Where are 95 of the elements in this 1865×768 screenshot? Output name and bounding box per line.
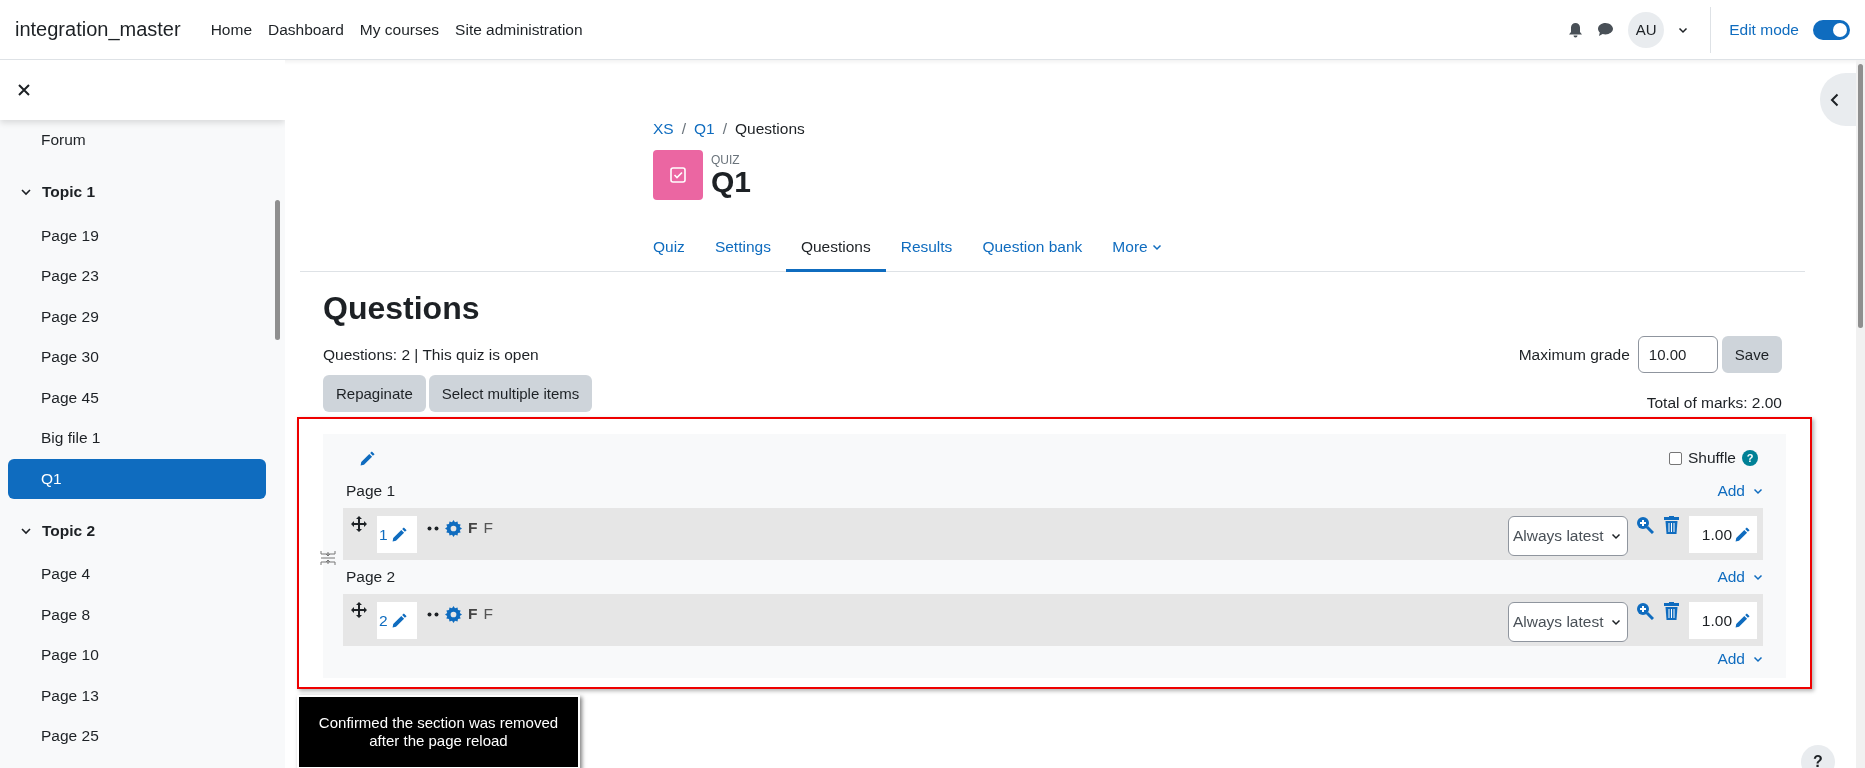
move-icon[interactable]	[351, 602, 367, 618]
question-number[interactable]: 1	[377, 516, 417, 553]
breadcrumb-link[interactable]: XS	[653, 120, 674, 138]
shuffle-checkbox[interactable]	[1669, 451, 1682, 465]
chevron-icon	[1830, 92, 1840, 107]
nav-tab[interactable]: Quiz	[638, 224, 700, 272]
edit-mark-icon[interactable]	[1734, 526, 1751, 543]
question-number[interactable]: 2	[377, 602, 417, 639]
total-marks: Total of marks: 2.00	[1646, 394, 1782, 412]
nav-link[interactable]: Home	[210, 20, 252, 39]
breadcrumb-link[interactable]: Q1	[694, 120, 715, 138]
edit-mode-toggle[interactable]	[1813, 19, 1850, 40]
chevron-icon[interactable]	[20, 525, 32, 536]
zoom-in-icon[interactable]	[1636, 602, 1654, 620]
annotation-caption: Confirmed the section was removed after the page reload	[297, 695, 580, 768]
sidebar-item[interactable]: Forum	[8, 120, 266, 161]
close-icon[interactable]	[18, 84, 30, 96]
zoom-in-icon[interactable]	[1636, 516, 1654, 534]
save-button[interactable]: Save	[1721, 336, 1782, 373]
page-label: Page 2	[346, 568, 396, 586]
sidebar-item[interactable]: Page 30	[8, 337, 266, 378]
chevron-icon[interactable]	[20, 187, 32, 197]
sidebar-item[interactable]: Page 23	[8, 256, 266, 297]
dots-icon	[427, 611, 439, 617]
gear-icon	[445, 519, 462, 537]
quiz-icon	[653, 150, 703, 200]
nav-tab[interactable]: More	[1097, 224, 1177, 272]
version-select[interactable]: Always latest	[1508, 516, 1628, 556]
help-icon[interactable]: ?	[1742, 450, 1758, 466]
trash-icon[interactable]	[1664, 516, 1679, 534]
chat-icon[interactable]	[1597, 22, 1615, 37]
nav-tab[interactable]: Question bank	[967, 224, 1098, 272]
page-title: Q1	[711, 167, 752, 197]
sidebar-item[interactable]: Big file 1	[8, 418, 266, 459]
quiz-status: Questions: 2 | This quiz is open	[323, 345, 539, 364]
bell-icon[interactable]	[1568, 21, 1584, 38]
sidebar-item[interactable]: Page 13	[8, 675, 266, 716]
caret-icon	[1611, 618, 1621, 626]
gear-icon	[445, 605, 462, 623]
sidebar-item[interactable]: Q1	[8, 458, 266, 499]
move-icon[interactable]	[351, 516, 367, 532]
sidebar-item[interactable]: Page 10	[8, 635, 266, 676]
sidebar-item[interactable]: Page 8	[8, 594, 266, 635]
edit-heading-icon[interactable]	[359, 449, 376, 467]
breadcrumb-current: Questions	[735, 120, 805, 138]
question-name: F	[468, 605, 478, 623]
breadcrumb-separator: /	[722, 120, 727, 138]
page-heading: Questions	[323, 289, 481, 328]
add-menu[interactable]: Add	[1717, 568, 1766, 586]
question-text: F	[483, 605, 493, 623]
caret-icon	[1753, 487, 1763, 495]
page-break-icon[interactable]	[320, 550, 336, 566]
pencil-icon[interactable]	[390, 612, 408, 629]
section-title[interactable]: Topic 2	[42, 521, 96, 540]
sidebar-item[interactable]: Page 25	[8, 716, 266, 757]
edit-mode-label: Edit mode	[1729, 20, 1799, 39]
toolbar-button[interactable]: Repaginate	[323, 375, 426, 412]
nav-tab[interactable]: Questions	[785, 224, 886, 272]
mark-value: 1.00	[1701, 611, 1732, 630]
nav-tab[interactable]: Results	[885, 224, 968, 272]
sidebar-item[interactable]: Page 45	[8, 377, 266, 418]
dots-icon	[427, 525, 439, 531]
help-button[interactable]: ?	[1801, 745, 1835, 768]
caret-icon	[1753, 655, 1763, 663]
add-menu[interactable]: Add	[1717, 482, 1766, 500]
module-type: QUIZ	[711, 153, 741, 167]
question-text: F	[483, 519, 493, 537]
edit-mark-icon[interactable]	[1734, 612, 1751, 629]
section-title[interactable]: Topic 1	[42, 183, 96, 201]
sidebar-item[interactable]: Page 19	[8, 215, 266, 256]
caret-icon	[1678, 25, 1689, 34]
nav-link[interactable]: My courses	[359, 20, 440, 39]
user-avatar[interactable]: AU	[1628, 11, 1665, 48]
caret-icon	[1151, 242, 1162, 251]
mark-value: 1.00	[1701, 525, 1732, 544]
trash-icon[interactable]	[1664, 602, 1679, 620]
nav-link[interactable]: Site administration	[455, 20, 583, 39]
caret-icon	[1611, 532, 1621, 540]
breadcrumb-separator: /	[681, 120, 686, 138]
toolbar-button[interactable]: Select multiple items	[428, 375, 593, 412]
max-grade-label: Maximum grade	[1518, 345, 1630, 364]
caret-icon	[1753, 573, 1763, 581]
add-menu[interactable]: Add	[1717, 650, 1766, 668]
page-label: Page 1	[346, 482, 396, 500]
sidebar-item[interactable]: Page 29	[8, 296, 266, 337]
pencil-icon[interactable]	[390, 526, 408, 543]
shuffle-label: Shuffle	[1688, 449, 1736, 467]
sidebar-item[interactable]: Page 4	[8, 554, 266, 595]
site-name[interactable]: integration_master	[15, 18, 181, 41]
max-grade-field[interactable]: 10.00	[1637, 336, 1718, 373]
question-name: F	[468, 519, 478, 537]
version-select[interactable]: Always latest	[1508, 602, 1628, 642]
nav-tab[interactable]: Settings	[699, 224, 786, 272]
drawer-toggle[interactable]	[1820, 73, 1856, 126]
nav-link[interactable]: Dashboard	[268, 20, 344, 39]
